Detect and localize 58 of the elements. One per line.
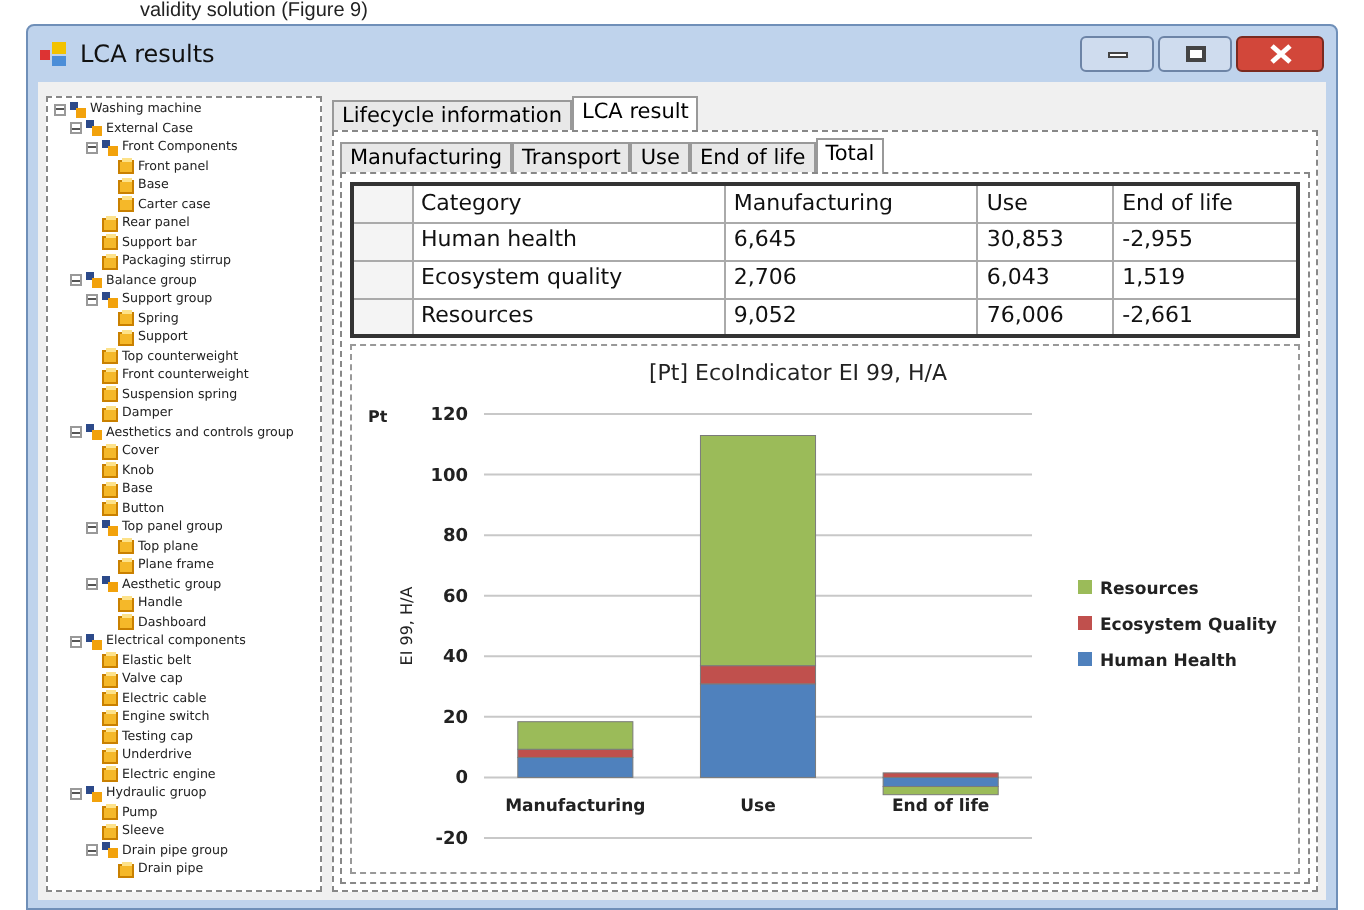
- part-icon: [118, 861, 134, 878]
- tab[interactable]: Total: [815, 138, 885, 172]
- collapse-toggle[interactable]: [70, 274, 82, 287]
- app-icon: [40, 42, 68, 66]
- table-cell: 2,706: [724, 260, 978, 298]
- collapse-toggle[interactable]: [86, 521, 98, 534]
- y-tick-label: 0: [455, 769, 468, 790]
- tab[interactable]: End of life: [689, 142, 816, 172]
- maximize-button[interactable]: [1158, 36, 1232, 72]
- assembly-icon: [102, 842, 118, 859]
- x-tick-label: Manufacturing: [505, 797, 646, 818]
- window-title: LCA results: [80, 38, 215, 72]
- table-cell: 6,645: [724, 222, 978, 260]
- collapse-toggle[interactable]: [86, 578, 98, 591]
- y-tick-label: -20: [435, 830, 468, 850]
- unit-label: Pt: [368, 408, 388, 426]
- x-tick-label: Use: [740, 797, 776, 818]
- collapse-toggle[interactable]: [70, 787, 82, 800]
- legend-label: Human Health: [1100, 652, 1237, 672]
- table-cell: 6,043: [977, 260, 1114, 298]
- column-header: Manufacturing: [724, 184, 978, 222]
- collapse-toggle[interactable]: [86, 293, 98, 306]
- y-tick-label: 40: [442, 648, 468, 669]
- tab[interactable]: LCA result: [572, 96, 699, 130]
- assembly-icon: [86, 424, 102, 441]
- y-tick-label: 60: [442, 587, 468, 608]
- assembly-icon: [86, 785, 102, 802]
- tab[interactable]: Lifecycle information: [332, 100, 572, 130]
- collapse-toggle[interactable]: [54, 103, 66, 116]
- close-icon: [1269, 44, 1291, 64]
- tab[interactable]: Manufacturing: [340, 142, 513, 172]
- table-cell: 30,853: [977, 222, 1114, 260]
- y-axis-label: EI 99, H/A: [398, 586, 416, 666]
- tab[interactable]: Use: [630, 142, 690, 172]
- document-text: validity solution (Figure 9): [140, 0, 368, 24]
- legend-label: Resources: [1100, 580, 1199, 600]
- close-button[interactable]: [1236, 36, 1324, 72]
- assembly-icon: [86, 633, 102, 650]
- collapse-toggle[interactable]: [86, 141, 98, 154]
- collapse-toggle[interactable]: [70, 426, 82, 439]
- x-tick-label: End of life: [891, 797, 990, 818]
- collapse-toggle[interactable]: [70, 635, 82, 648]
- table-cell: Ecosystem quality: [412, 260, 725, 298]
- chart-title: [Pt] EcoIndicator EI 99, H/A: [648, 360, 948, 386]
- tab[interactable]: Transport: [512, 142, 631, 172]
- minimize-button[interactable]: [1080, 36, 1154, 72]
- collapse-toggle[interactable]: [86, 844, 98, 857]
- assembly-icon: [102, 576, 118, 593]
- y-tick-label: 80: [442, 527, 468, 548]
- collapse-toggle[interactable]: [70, 122, 82, 135]
- legend-label: Ecosystem Quality: [1100, 616, 1277, 636]
- y-tick-label: 100: [430, 466, 468, 487]
- column-header: Use: [977, 184, 1114, 222]
- y-tick-label: 120: [430, 406, 468, 426]
- table-cell: Human health: [412, 222, 725, 260]
- column-header: Category: [412, 184, 725, 222]
- y-tick-label: 20: [442, 708, 468, 729]
- assembly-icon: [102, 519, 118, 536]
